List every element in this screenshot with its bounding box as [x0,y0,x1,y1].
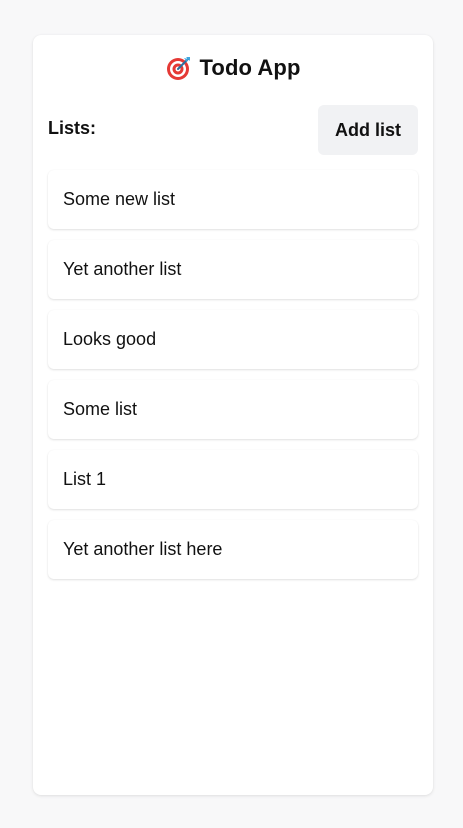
add-list-button[interactable]: Add list [318,105,418,155]
list-item[interactable]: Yet another list [48,240,418,299]
todo-app-card: Todo App Lists: Add list Some new list Y… [33,35,433,795]
target-bullseye-icon [166,55,192,81]
todo-lists: Some new list Yet another list Looks goo… [48,170,418,590]
list-item[interactable]: Some new list [48,170,418,229]
list-item[interactable]: Yet another list here [48,520,418,579]
lists-heading: Lists: [48,118,97,138]
list-item[interactable]: List 1 [48,450,418,509]
app-title: Todo App [199,55,301,80]
app-header: Todo App [33,53,433,83]
list-item[interactable]: Looks good [48,310,418,369]
list-item[interactable]: Some list [48,380,418,439]
